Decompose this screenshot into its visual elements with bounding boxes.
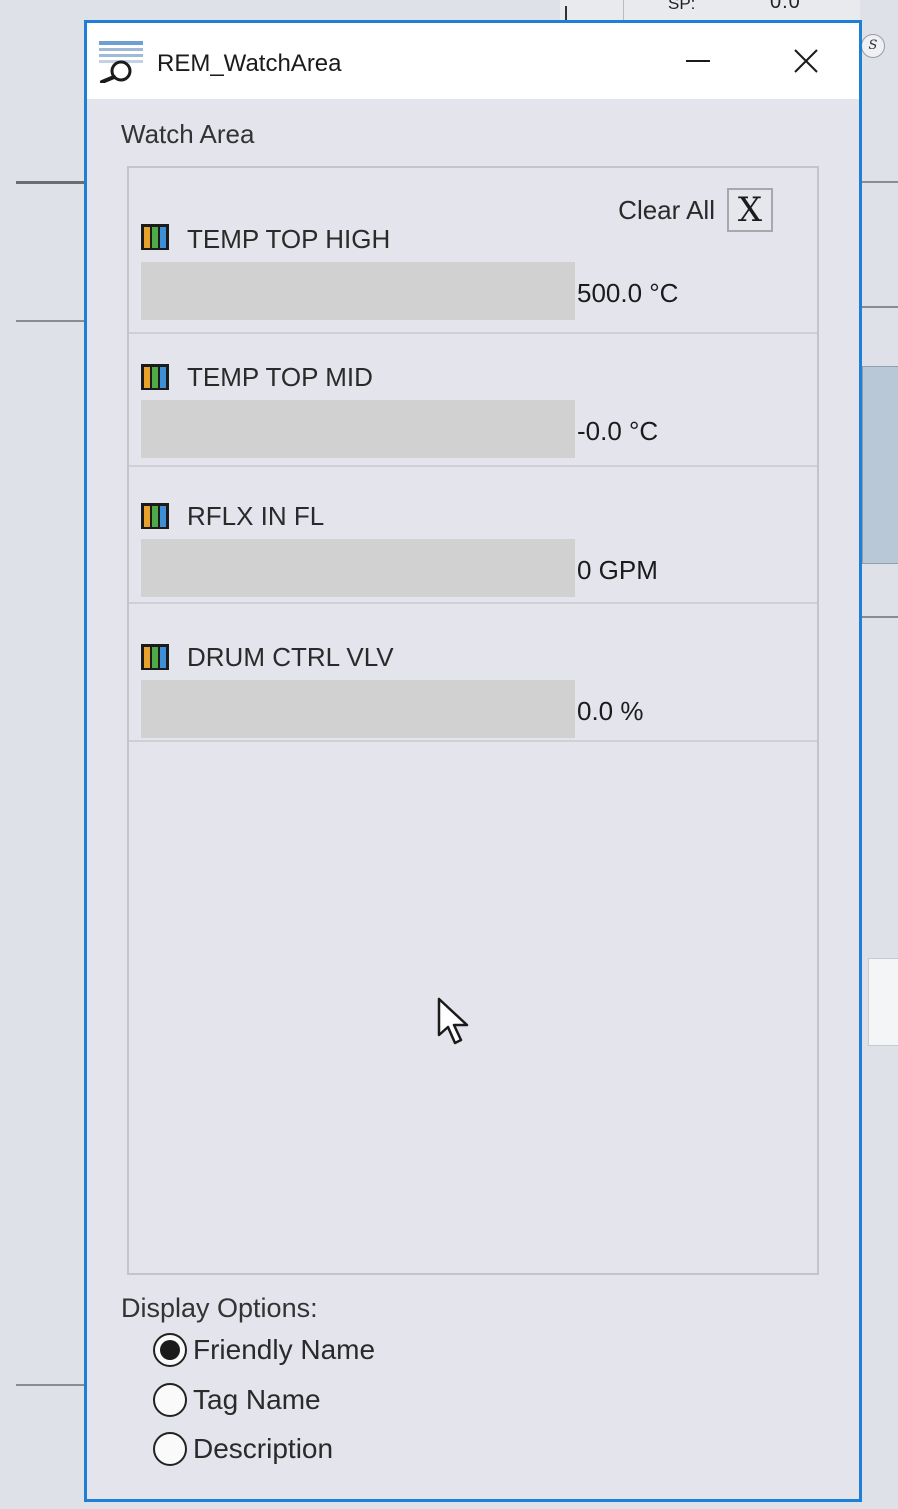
- mouse-pointer-icon: [437, 997, 469, 1045]
- watch-area-title: Watch Area: [121, 119, 255, 149]
- radio-button-selected[interactable]: [153, 1333, 187, 1367]
- watch-item-value: 500.0 °C: [577, 278, 679, 308]
- trend-bar-icon: [141, 503, 169, 529]
- watch-item-name: DRUM CTRL VLV: [187, 642, 394, 672]
- close-button[interactable]: [783, 41, 829, 81]
- window-title: REM_WatchArea: [157, 50, 342, 77]
- watch-item-name: TEMP TOP HIGH: [187, 224, 391, 254]
- watch-item-bar: [141, 680, 575, 738]
- close-icon: [794, 49, 818, 73]
- background-line: [858, 616, 898, 618]
- radio-friendly-name[interactable]: Friendly Name: [153, 1333, 375, 1367]
- display-options-title: Display Options:: [121, 1293, 318, 1323]
- background-s-icon[interactable]: S: [861, 34, 885, 58]
- radio-button[interactable]: [153, 1432, 187, 1466]
- watch-item-value: -0.0 °C: [577, 416, 659, 446]
- trend-bar-icon: [141, 644, 169, 670]
- radio-label: Tag Name: [193, 1384, 321, 1415]
- minimize-icon: [686, 60, 710, 62]
- watch-item-bar: [141, 400, 575, 458]
- watch-item[interactable]: RFLX IN FL 0 GPM: [129, 467, 817, 604]
- radio-dot: [160, 1340, 180, 1360]
- background-sp-label: SP:: [668, 0, 696, 13]
- watch-item-bar: [141, 262, 575, 320]
- watch-item[interactable]: TEMP TOP MID -0.0 °C: [129, 334, 817, 467]
- background-line: [858, 181, 898, 183]
- radio-tag-name[interactable]: Tag Name: [153, 1383, 321, 1417]
- watch-item[interactable]: TEMP TOP HIGH 500.0 °C: [129, 168, 817, 334]
- background-line: [16, 1384, 86, 1386]
- background-sp-value: 0.0: [770, 0, 801, 13]
- background-panel-block: [868, 958, 898, 1046]
- background-line: [858, 306, 898, 308]
- background-panel-block: [862, 366, 898, 564]
- trend-bar-icon: [141, 364, 169, 390]
- background-separator: [623, 0, 624, 22]
- radio-button[interactable]: [153, 1383, 187, 1417]
- radio-label: Friendly Name: [193, 1334, 376, 1365]
- radio-description[interactable]: Description: [153, 1432, 333, 1466]
- radio-label: Description: [193, 1433, 334, 1464]
- background-line: [16, 320, 86, 322]
- watch-item-bar: [141, 539, 575, 597]
- watch-window-icon: [99, 41, 143, 83]
- background-line: [16, 181, 86, 184]
- minimize-button[interactable]: [675, 41, 721, 81]
- title-bar[interactable]: REM_WatchArea: [87, 23, 859, 99]
- watch-list-panel[interactable]: Clear All X TEMP TOP HIGH 500.0 °C TEMP …: [127, 166, 819, 1275]
- watch-area-window: REM_WatchArea Watch Area Clear All X TEM…: [84, 20, 862, 1502]
- watch-item-value: 0 GPM: [577, 555, 658, 585]
- watch-item-value: 0.0 %: [577, 696, 644, 726]
- watch-item-name: RFLX IN FL: [187, 501, 325, 531]
- watch-item[interactable]: DRUM CTRL VLV 0.0 %: [129, 604, 817, 742]
- watch-item-name: TEMP TOP MID: [187, 362, 373, 392]
- trend-bar-icon: [141, 224, 169, 250]
